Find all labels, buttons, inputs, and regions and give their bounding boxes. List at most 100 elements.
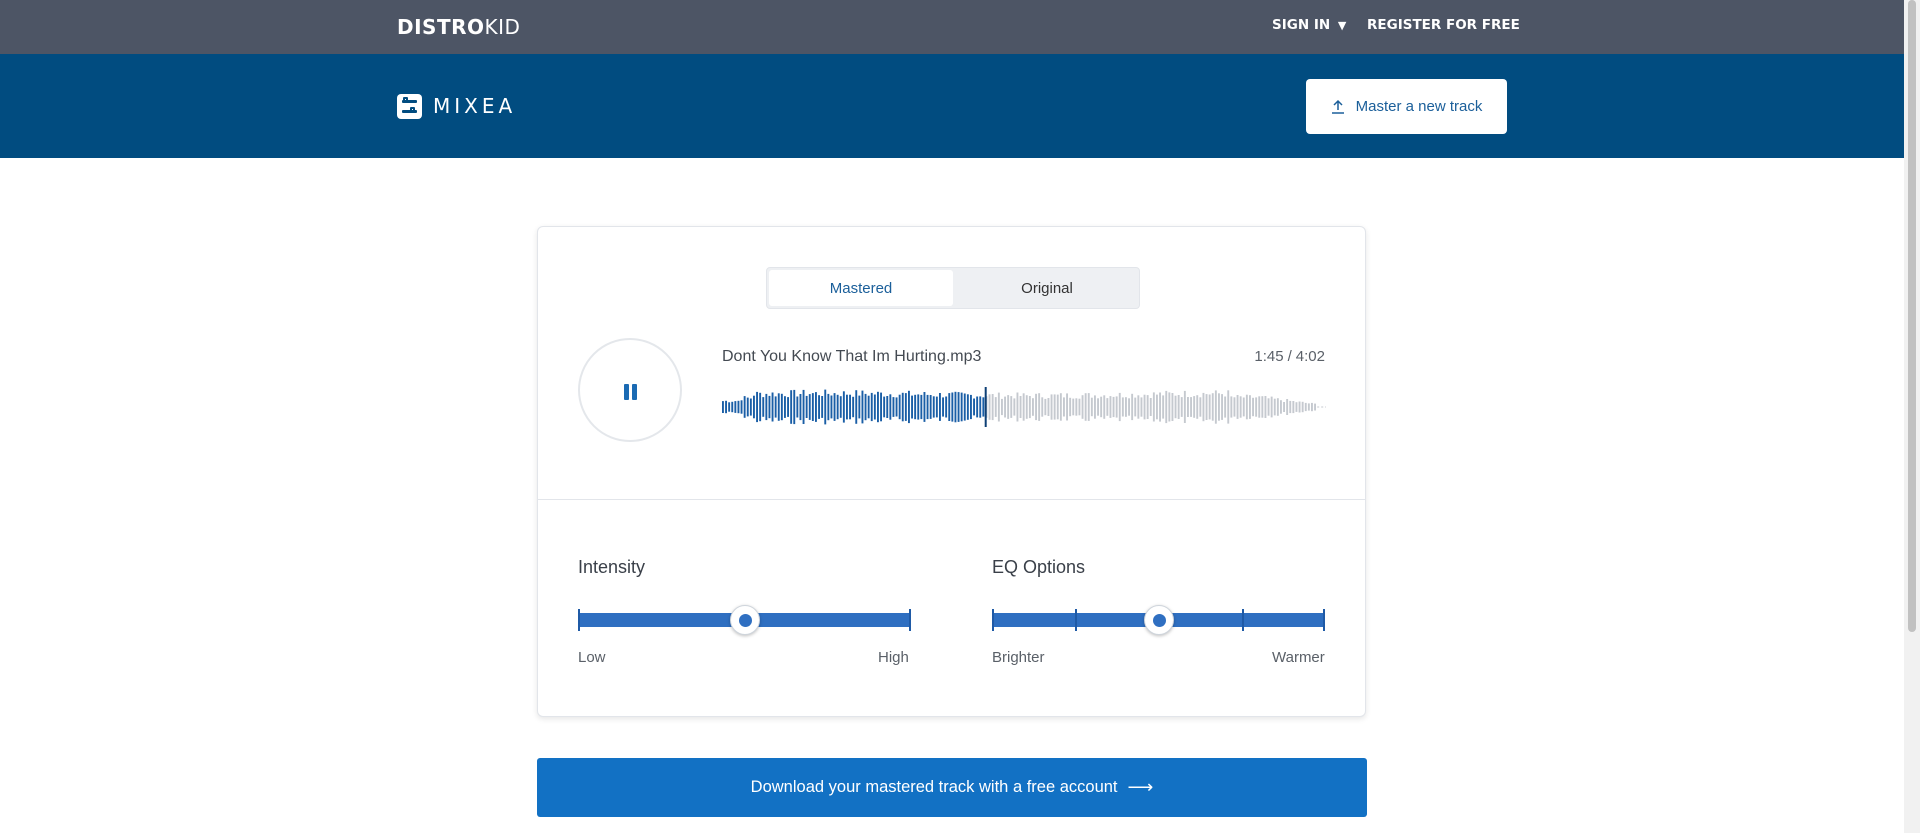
waveform-bar [1069, 397, 1072, 417]
waveform-bar [765, 393, 768, 421]
waveform-bar [1211, 393, 1214, 421]
waveform-bar [1109, 396, 1112, 418]
waveform-bar [808, 394, 811, 420]
waveform-bar [740, 400, 743, 414]
waveform-bar [1236, 395, 1239, 419]
waveform-bar [728, 402, 731, 412]
mixea-logo[interactable]: MIXEA [397, 93, 516, 119]
waveform-bar [815, 392, 817, 422]
waveform-bar [793, 389, 796, 425]
play-pause-button[interactable] [578, 338, 682, 442]
waveform-bar [1097, 398, 1099, 416]
waveform-bar [1084, 393, 1087, 421]
waveform-bar [1280, 400, 1282, 414]
waveform-bar [768, 395, 771, 419]
waveform-bar [935, 396, 938, 418]
tab-mastered[interactable]: Mastered [769, 270, 953, 306]
waveform-bar [1066, 393, 1068, 421]
waveform-bar [855, 390, 858, 424]
waveform-bar [1162, 395, 1165, 419]
waveform-bar [1304, 402, 1307, 412]
waveform-bar [731, 401, 734, 413]
mixea-header: MIXEA [0, 54, 1904, 158]
waveform-bar [1103, 395, 1106, 419]
waveform[interactable] [722, 387, 1326, 427]
waveform-bar [824, 389, 827, 425]
waveform-bar [1218, 393, 1220, 421]
register-link[interactable]: REGISTER FOR FREE [1367, 17, 1520, 33]
eq-slider[interactable] [992, 603, 1325, 635]
waveform-bar [762, 397, 765, 417]
waveform-bar [725, 400, 727, 414]
waveform-bar [1230, 396, 1233, 418]
waveform-bar [1174, 395, 1177, 419]
waveform-bar [970, 394, 972, 420]
waveform-bar [1171, 393, 1174, 421]
waveform-bar [1249, 395, 1251, 419]
waveform-bar [994, 397, 997, 417]
eq-low-label: Brighter [992, 649, 1045, 666]
waveform-bar [1118, 392, 1121, 422]
logo-bold-part: DISTRO [397, 15, 485, 39]
sign-in-menu[interactable]: SIGN IN ▼ [1272, 17, 1346, 33]
eq-slider-tick [1075, 609, 1078, 631]
waveform-bar [1013, 398, 1016, 416]
waveform-tail [1321, 406, 1324, 408]
waveform-bar [1019, 396, 1022, 418]
waveform-bar [771, 392, 774, 422]
waveform-bar [951, 392, 954, 422]
waveform-bar [1001, 398, 1003, 416]
waveform-bar [1276, 398, 1279, 416]
waveform-bar [957, 392, 960, 422]
waveform-bar [923, 392, 926, 422]
waveform-bar [1258, 396, 1261, 418]
master-new-track-button[interactable]: Master a new track [1306, 79, 1507, 134]
waveform-bar [960, 392, 963, 422]
waveform-bar [821, 396, 824, 418]
waveform-bar [756, 391, 758, 423]
waveform-bar [1044, 398, 1047, 416]
waveform-bar [929, 395, 932, 419]
waveform-bar [939, 393, 941, 421]
waveform-bar [1214, 390, 1217, 424]
intensity-title: Intensity [578, 557, 646, 577]
waveform-bar [833, 393, 836, 421]
download-button[interactable]: Download your mastered track with a free… [537, 758, 1367, 817]
tab-original[interactable]: Original [955, 270, 1139, 306]
waveform-bar [796, 396, 799, 418]
intensity-slider[interactable] [578, 603, 911, 635]
waveform-bar [976, 396, 979, 418]
distrokid-logo[interactable]: DISTROKID [397, 15, 520, 39]
waveform-bar [1159, 392, 1161, 422]
waveform-bar [867, 395, 870, 419]
waveform-bar [908, 390, 910, 424]
waveform-bar [774, 396, 777, 418]
waveform-bar [1202, 392, 1205, 422]
eq-slider-thumb[interactable] [1143, 605, 1174, 635]
waveform-bar [1267, 398, 1270, 416]
waveform-bar [1010, 396, 1013, 418]
waveform-bar [1035, 393, 1037, 421]
waveform-bar [1261, 396, 1264, 418]
waveform-bar [1301, 401, 1304, 413]
waveform-bar [1273, 398, 1276, 416]
scrollbar-thumb[interactable] [1908, 0, 1916, 632]
waveform-bar [932, 396, 935, 418]
page-scrollbar[interactable] [1904, 0, 1920, 833]
waveform-bar [892, 397, 895, 417]
waveform-bar [1112, 396, 1115, 418]
eq-slider-tick [992, 609, 994, 631]
waveform-bar [1094, 395, 1096, 419]
intensity-slider-thumb[interactable] [729, 605, 760, 635]
eq-slider-thumb-dot [1152, 614, 1166, 627]
waveform-bar [904, 393, 907, 421]
waveform-bar [1152, 392, 1155, 422]
waveform-bar [1063, 397, 1065, 417]
waveform-bar [1199, 397, 1202, 417]
waveform-bar [784, 396, 786, 418]
waveform-bar [914, 394, 917, 420]
waveform-bar [997, 392, 1000, 422]
arrow-right-icon: ⟶ [1127, 777, 1154, 797]
waveform-bar [734, 401, 737, 413]
waveform-bar [1242, 397, 1245, 417]
